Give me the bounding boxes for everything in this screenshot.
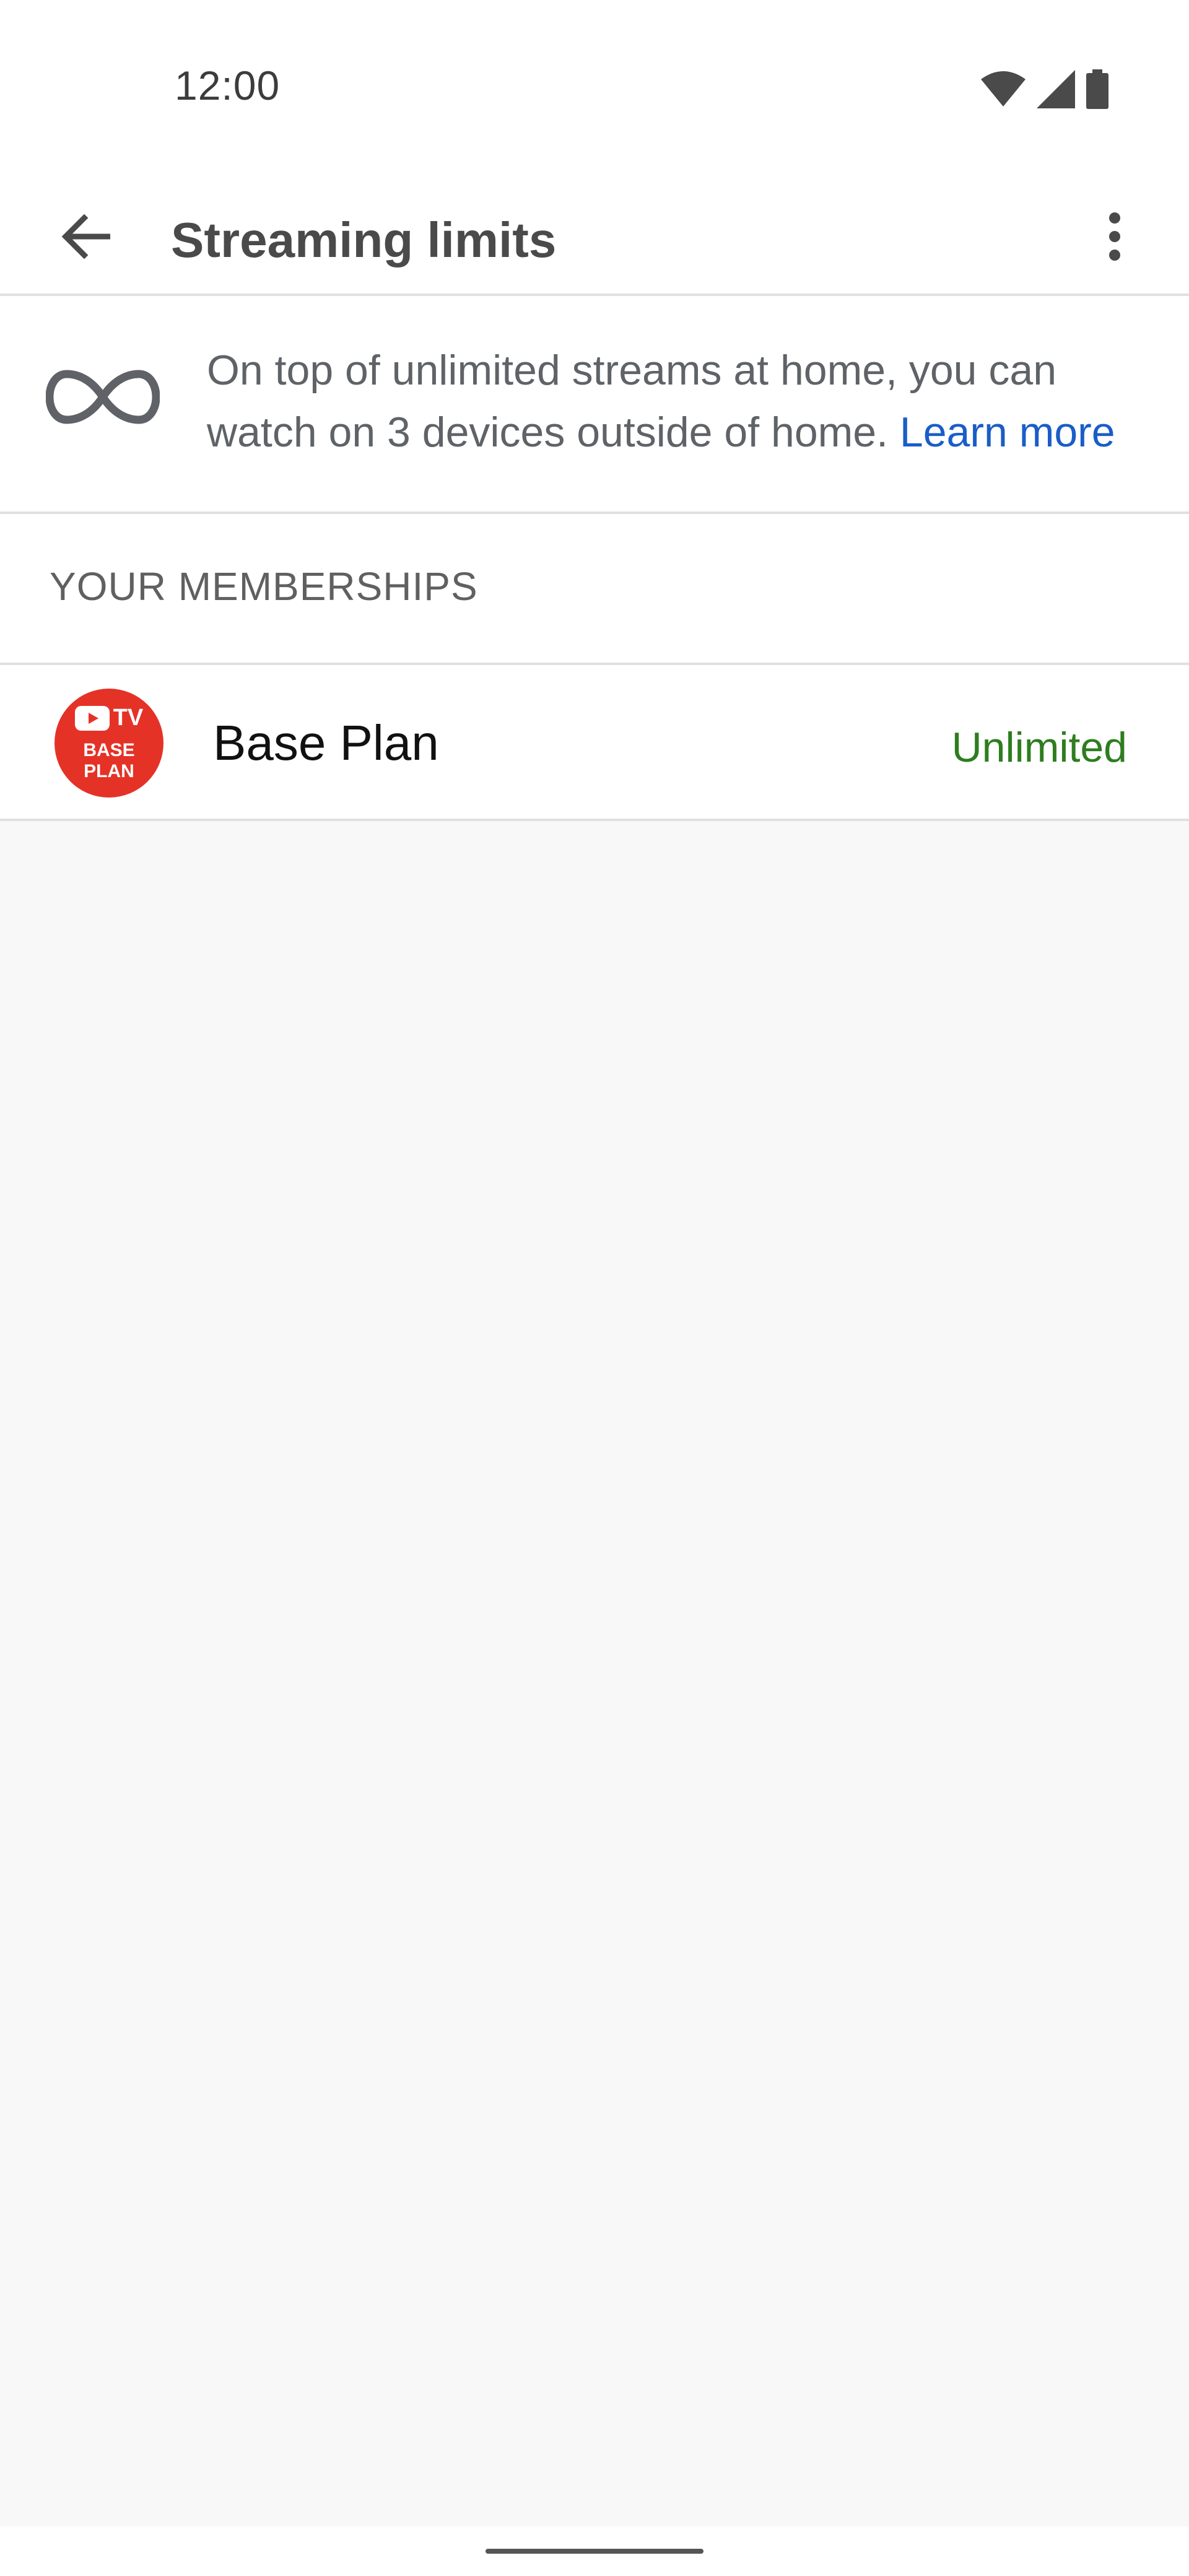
status-time: 12:00 (175, 63, 281, 108)
info-text: On top of unlimited streams at home, you… (207, 339, 1154, 463)
info-section: On top of unlimited streams at home, you… (0, 296, 1189, 514)
logo-line-2: PLAN (84, 761, 134, 781)
battery-icon (1086, 69, 1108, 112)
youtube-play-icon (74, 705, 110, 731)
app-bar: Streaming limits (0, 180, 1189, 296)
status-bar: 12:00 (0, 0, 1189, 180)
section-header-label: YOUR MEMBERSHIPS (50, 564, 478, 609)
logo-line-1: BASE (83, 740, 135, 760)
arrow-back-icon (61, 214, 113, 262)
wifi-icon (981, 71, 1026, 111)
plan-logo: TV BASE PLAN (54, 689, 163, 798)
more-vert-icon (1108, 212, 1121, 264)
plan-name: Base Plan (213, 715, 439, 770)
overflow-menu-button[interactable] (1078, 201, 1152, 275)
infinity-icon (45, 369, 160, 428)
back-button[interactable] (50, 201, 124, 275)
membership-row[interactable]: TV BASE PLAN Base Plan Unlimited (0, 665, 1189, 821)
youtube-tv-logo: TV (54, 705, 163, 731)
signal-icon (1037, 70, 1075, 111)
learn-more-link[interactable]: Learn more (900, 409, 1115, 456)
plan-status: Unlimited (951, 724, 1127, 771)
status-icons (981, 69, 1108, 112)
page-title: Streaming limits (171, 212, 557, 268)
gesture-handle[interactable] (486, 2549, 703, 2554)
memberships-section-header: YOUR MEMBERSHIPS (0, 514, 1189, 665)
logo-tv-label: TV (113, 705, 144, 731)
